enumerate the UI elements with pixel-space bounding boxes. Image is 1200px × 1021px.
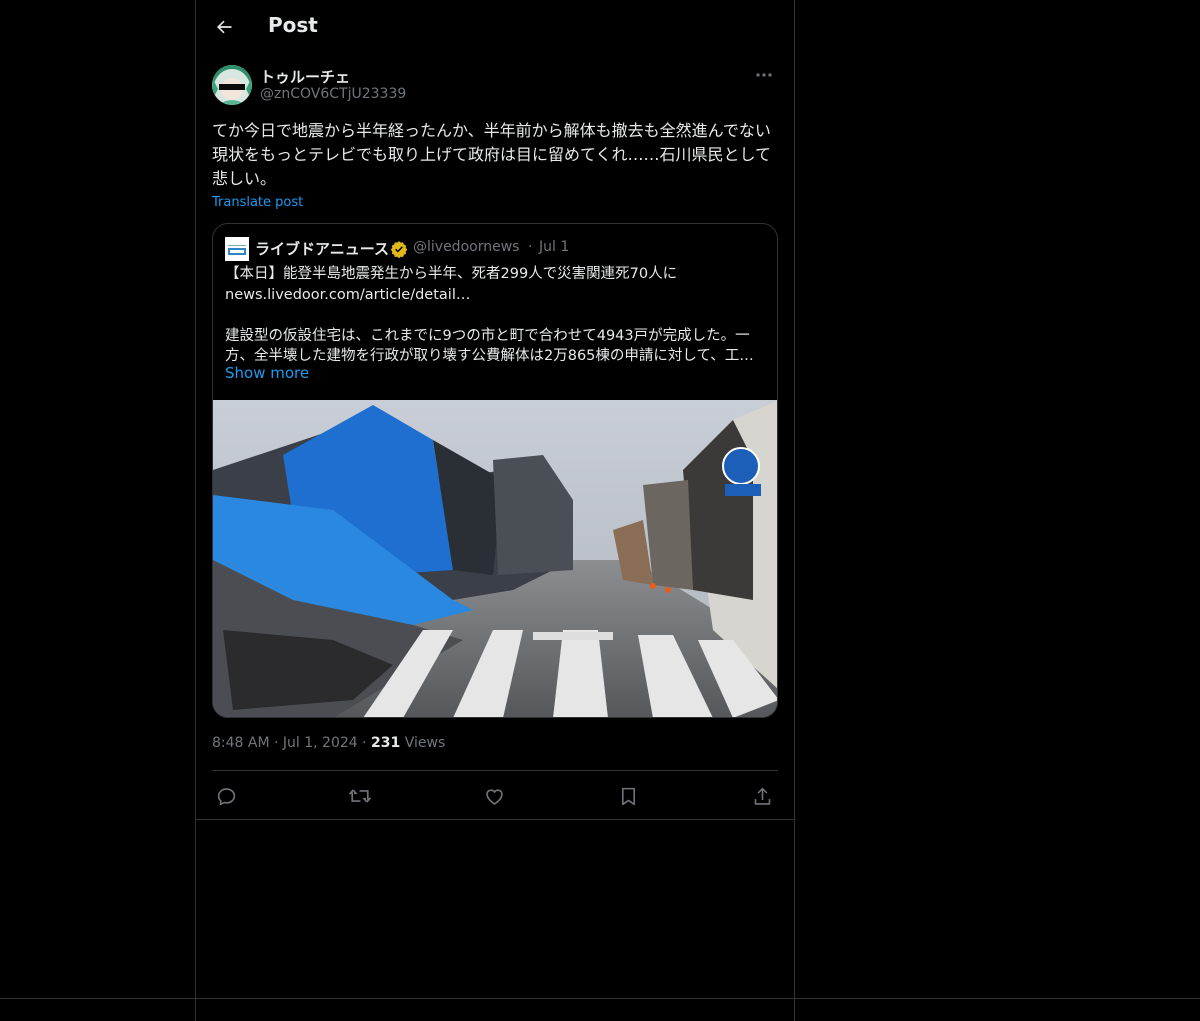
divider xyxy=(0,998,1200,999)
translate-post-link[interactable]: Translate post xyxy=(212,195,303,210)
verified-badge-icon xyxy=(390,241,408,258)
livedoor-news-logo xyxy=(225,237,249,261)
views-label: Views xyxy=(404,735,446,751)
more-dots-icon xyxy=(756,73,772,77)
divider xyxy=(196,819,794,820)
meta-dot: · xyxy=(274,735,279,751)
post-meta: 8:48 AM · Jul 1, 2024 · 231 Views xyxy=(212,735,445,751)
views-count: 231 xyxy=(371,735,401,751)
quote-separator: · xyxy=(528,239,533,255)
back-button[interactable] xyxy=(208,11,240,43)
more-button[interactable] xyxy=(750,64,778,86)
quote-text: 【本日】能登半島地震発生から半年、死者299人で災害関連死70人に news.l… xyxy=(225,264,770,367)
author-name[interactable]: トゥルーチェ xyxy=(260,66,350,87)
arrow-left-icon xyxy=(217,20,232,34)
post-date[interactable]: Jul 1, 2024 xyxy=(283,735,358,751)
quote-line: 【本日】能登半島地震発生から半年、死者299人で災害関連死70人に xyxy=(225,266,678,282)
repost-icon xyxy=(349,789,371,803)
quote-image[interactable] xyxy=(213,400,777,717)
author-handle[interactable]: @znCOV6CTjU23339 xyxy=(260,86,406,102)
divider xyxy=(212,770,778,771)
like-icon xyxy=(485,788,503,805)
quote-author-name[interactable]: ライブドアニュース xyxy=(255,238,389,259)
meta-dot: · xyxy=(362,735,367,751)
action-bar xyxy=(212,782,778,810)
bookmark-button[interactable] xyxy=(614,782,642,810)
quoted-post[interactable]: ライブドアニュース @livedoornews · Jul 1 【本日】能登半島… xyxy=(212,223,778,718)
post-text: てか今日で地震から半年経ったんか、半年前から解体も撤去も全然進んでない現状をもっ… xyxy=(212,121,772,188)
share-button[interactable] xyxy=(748,782,776,810)
quote-author-handle[interactable]: @livedoornews xyxy=(413,239,519,255)
reply-icon xyxy=(217,787,235,805)
quote-header: ライブドアニュース @livedoornews · Jul 1 xyxy=(225,236,765,261)
reply-button[interactable] xyxy=(212,782,240,810)
share-icon xyxy=(754,787,770,805)
repost-button[interactable] xyxy=(346,782,374,810)
quote-line: 建設型の仮設住宅は、これまでに9つの市と町で合わせて4943戸が完成した。一 xyxy=(225,327,750,344)
page-header: Post xyxy=(196,0,794,54)
author-row: トゥルーチェ @znCOV6CTjU23339 xyxy=(212,64,778,106)
quote-date[interactable]: Jul 1 xyxy=(539,239,569,255)
avatar[interactable] xyxy=(212,65,252,105)
quote-link[interactable]: news.livedoor.com/article/detail… xyxy=(225,285,770,306)
post-time[interactable]: 8:48 AM xyxy=(212,735,270,751)
like-button[interactable] xyxy=(480,782,508,810)
show-more-link[interactable]: Show more xyxy=(225,364,309,382)
page-title: Post xyxy=(268,13,318,37)
main-column: Post トゥルーチェ @znCOV6CTjU23339 てか今日で地震から半年… xyxy=(195,0,795,1021)
bookmark-icon xyxy=(621,787,635,805)
